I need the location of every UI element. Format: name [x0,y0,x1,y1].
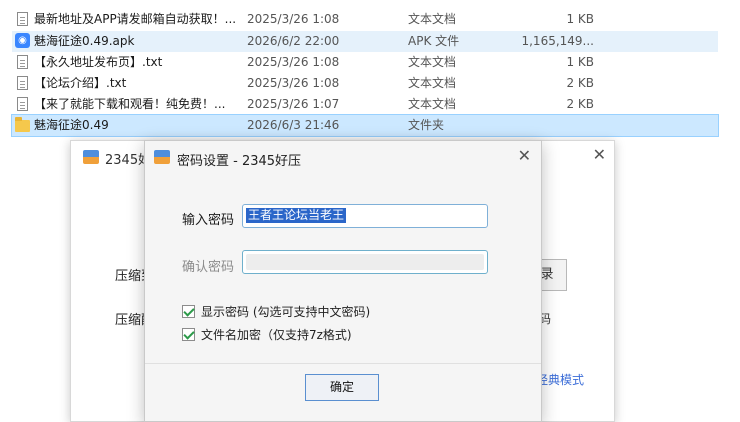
classic-mode-link[interactable]: 经典模式 [536,371,584,388]
file-row-5[interactable]: 魅海征途0.49 2026/6/3 21:46 文件夹 [11,114,719,137]
confirm-password-value [246,254,484,270]
file-size: 1 KB [566,55,594,69]
close-icon[interactable]: ✕ [518,146,531,165]
file-date: 2025/3/26 1:08 [247,12,340,26]
file-name: 魅海征途0.49.apk [34,34,135,48]
folder-icon [15,117,31,134]
close-icon[interactable]: ✕ [593,145,606,164]
enter-password-label: 输入密码 [182,213,235,228]
file-name: 最新地址及APP请发邮箱自动获取！... [34,12,237,26]
encrypt-filenames-checkbox[interactable] [182,328,195,341]
file-type: APK 文件 [408,34,460,48]
show-password-label: 显示密码 (勾选可支持中文密码) [201,305,371,319]
confirm-password-label: 确认密码 [182,260,235,275]
dialog-footer-divider [145,363,541,364]
file-row-4[interactable]: 【来了就能下载和观看！纯免费！... 2025/3/26 1:07 文本文档 2… [12,94,718,115]
file-type: 文本文档 [408,55,457,69]
file-name: 【来了就能下载和观看！纯免费！... [34,97,226,111]
text-file-icon [15,11,31,28]
check-icon [183,305,195,317]
file-name: 【论坛介绍】.txt [34,76,127,90]
file-date: 2025/3/26 1:08 [247,55,340,69]
file-size: 2 KB [566,76,594,90]
show-password-checkbox[interactable] [182,305,195,318]
file-size: 2 KB [566,97,594,111]
dialog-title: 密码设置 - 2345好压 [177,154,302,169]
file-type: 文本文档 [408,76,457,90]
file-type: 文本文档 [408,97,457,111]
ok-button[interactable]: 确定 [305,374,379,401]
confirm-password-input[interactable] [242,250,488,274]
file-row-0[interactable]: 最新地址及APP请发邮箱自动获取！... 2025/3/26 1:08 文本文档… [12,9,718,30]
file-row-2[interactable]: 【永久地址发布页】.txt 2025/3/26 1:08 文本文档 1 KB [12,52,718,73]
text-file-icon [15,75,31,92]
file-type: 文本文档 [408,12,457,26]
file-date: 2026/6/2 22:00 [247,34,340,48]
check-icon [183,328,195,340]
password-settings-dialog: 密码设置 - 2345好压 ✕ 输入密码 王者王论坛当老王 确认密码 显示密码 … [144,140,542,422]
file-size: 1,165,149... [521,34,594,48]
file-type: 文件夹 [408,118,445,132]
file-size: 1 KB [566,12,594,26]
file-name: 【永久地址发布页】.txt [34,55,163,69]
enter-password-input[interactable]: 王者王论坛当老王 [242,204,488,228]
apk-file-icon: ◉ [15,33,31,50]
text-file-icon [15,54,31,71]
file-row-3[interactable]: 【论坛介绍】.txt 2025/3/26 1:08 文本文档 2 KB [12,73,718,94]
app-logo-icon [154,150,170,164]
file-date: 2025/3/26 1:07 [247,97,340,111]
encrypt-filenames-label: 文件名加密（仅支持7z格式) [201,328,352,342]
file-list: 最新地址及APP请发邮箱自动获取！... 2025/3/26 1:08 文本文档… [0,0,740,140]
text-file-icon [15,96,31,113]
file-date: 2026/6/3 21:46 [247,118,340,132]
file-row-1[interactable]: ◉ 魅海征途0.49.apk 2026/6/2 22:00 APK 文件 1,1… [12,31,718,52]
selected-password-text: 王者王论坛当老王 [246,208,347,223]
file-date: 2025/3/26 1:08 [247,76,340,90]
file-name: 魅海征途0.49 [34,118,109,132]
app-logo-icon [83,150,99,164]
